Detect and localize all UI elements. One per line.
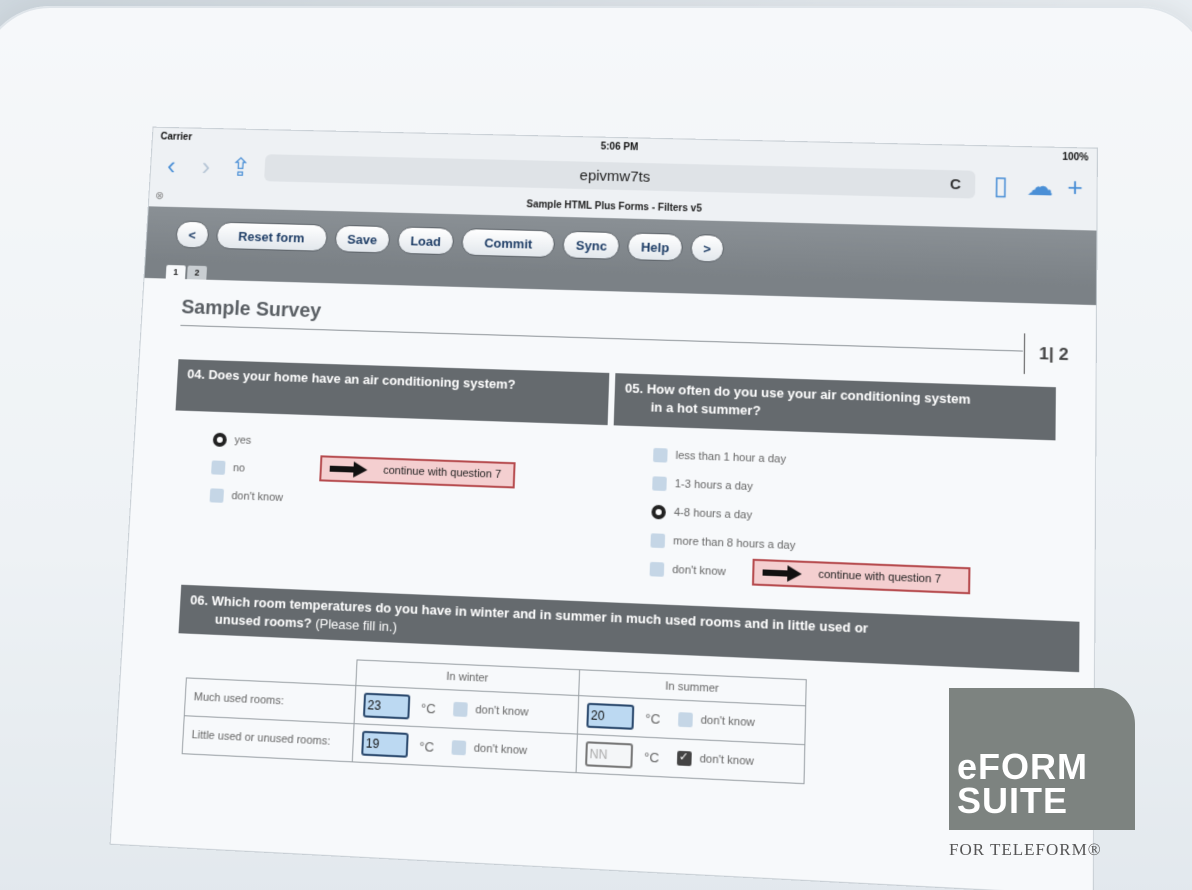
question-05: 05. How often do you use your air condit… bbox=[609, 373, 1056, 600]
share-icon[interactable]: ⇪ bbox=[229, 152, 252, 181]
winter-dont-know[interactable]: don't know bbox=[451, 740, 527, 758]
radio-selected-icon[interactable] bbox=[212, 432, 228, 447]
checkbox-icon[interactable] bbox=[211, 460, 226, 475]
reload-icon[interactable]: C bbox=[950, 176, 961, 193]
prev-button[interactable]: < bbox=[175, 220, 210, 249]
summer-temp-input[interactable]: 20 bbox=[586, 702, 635, 730]
new-tab-icon[interactable]: + bbox=[1064, 172, 1087, 202]
winter-temp-input[interactable]: 19 bbox=[361, 730, 409, 758]
forward-icon[interactable]: › bbox=[195, 152, 218, 181]
commit-button[interactable]: Commit bbox=[461, 228, 556, 259]
back-icon[interactable]: ‹ bbox=[160, 151, 183, 180]
checkbox-icon[interactable] bbox=[652, 476, 667, 492]
tab-page-2[interactable]: 2 bbox=[186, 265, 208, 280]
save-button[interactable]: Save bbox=[333, 224, 391, 254]
url-text: epivmw7ts bbox=[579, 166, 651, 186]
reset-form-button[interactable]: Reset form bbox=[215, 221, 328, 252]
temperature-table: In winter In summer Much used rooms: 23 … bbox=[182, 652, 807, 784]
winter-temp-input[interactable]: 23 bbox=[362, 692, 411, 720]
clock: 5:06 PM bbox=[600, 141, 639, 153]
eform-suite-logo: eFORM SUITE bbox=[949, 688, 1135, 830]
battery-label: 100% bbox=[1062, 151, 1089, 163]
checkbox-icon[interactable] bbox=[649, 561, 665, 577]
help-button[interactable]: Help bbox=[627, 232, 683, 262]
arrow-right-icon bbox=[762, 566, 801, 580]
winter-dont-know[interactable]: don't know bbox=[452, 701, 529, 720]
checkbox-icon[interactable] bbox=[452, 701, 468, 717]
row-label: Little used or unused rooms: bbox=[182, 715, 355, 762]
checkbox-icon[interactable] bbox=[209, 488, 225, 503]
summer-dont-know[interactable]: don't know bbox=[676, 750, 754, 769]
page-indicator: 1| 2 bbox=[1023, 333, 1069, 376]
checkbox-checked-icon[interactable] bbox=[676, 750, 692, 767]
checkbox-icon[interactable] bbox=[653, 447, 668, 463]
logo-subtitle: FOR TELEFORM® bbox=[949, 840, 1102, 859]
checkbox-icon[interactable] bbox=[451, 740, 466, 756]
summer-temp-input[interactable]: NN bbox=[585, 741, 634, 769]
checkbox-icon[interactable] bbox=[677, 712, 693, 728]
page-title: Sample HTML Plus Forms - Filters v5 bbox=[526, 199, 702, 215]
arrow-right-icon bbox=[329, 463, 367, 476]
sync-button[interactable]: Sync bbox=[562, 230, 621, 260]
close-tab-icon[interactable]: ⊗ bbox=[155, 185, 165, 206]
cloud-icon[interactable]: ☁ bbox=[1026, 171, 1053, 202]
bookmarks-icon[interactable]: ▯ bbox=[989, 170, 1012, 200]
next-button[interactable]: > bbox=[689, 234, 725, 263]
checkbox-icon[interactable] bbox=[650, 533, 666, 549]
load-button[interactable]: Load bbox=[396, 226, 455, 256]
carrier-label: Carrier bbox=[160, 131, 193, 143]
tab-page-1[interactable]: 1 bbox=[165, 264, 186, 280]
question-06: 06. Which room temperatures do you have … bbox=[172, 584, 1080, 798]
question-04: 04. Does your home have an air condition… bbox=[167, 359, 610, 581]
radio-selected-icon[interactable] bbox=[651, 504, 666, 520]
summer-dont-know[interactable]: don't know bbox=[677, 712, 755, 730]
survey-title: Sample Survey bbox=[180, 296, 1024, 352]
